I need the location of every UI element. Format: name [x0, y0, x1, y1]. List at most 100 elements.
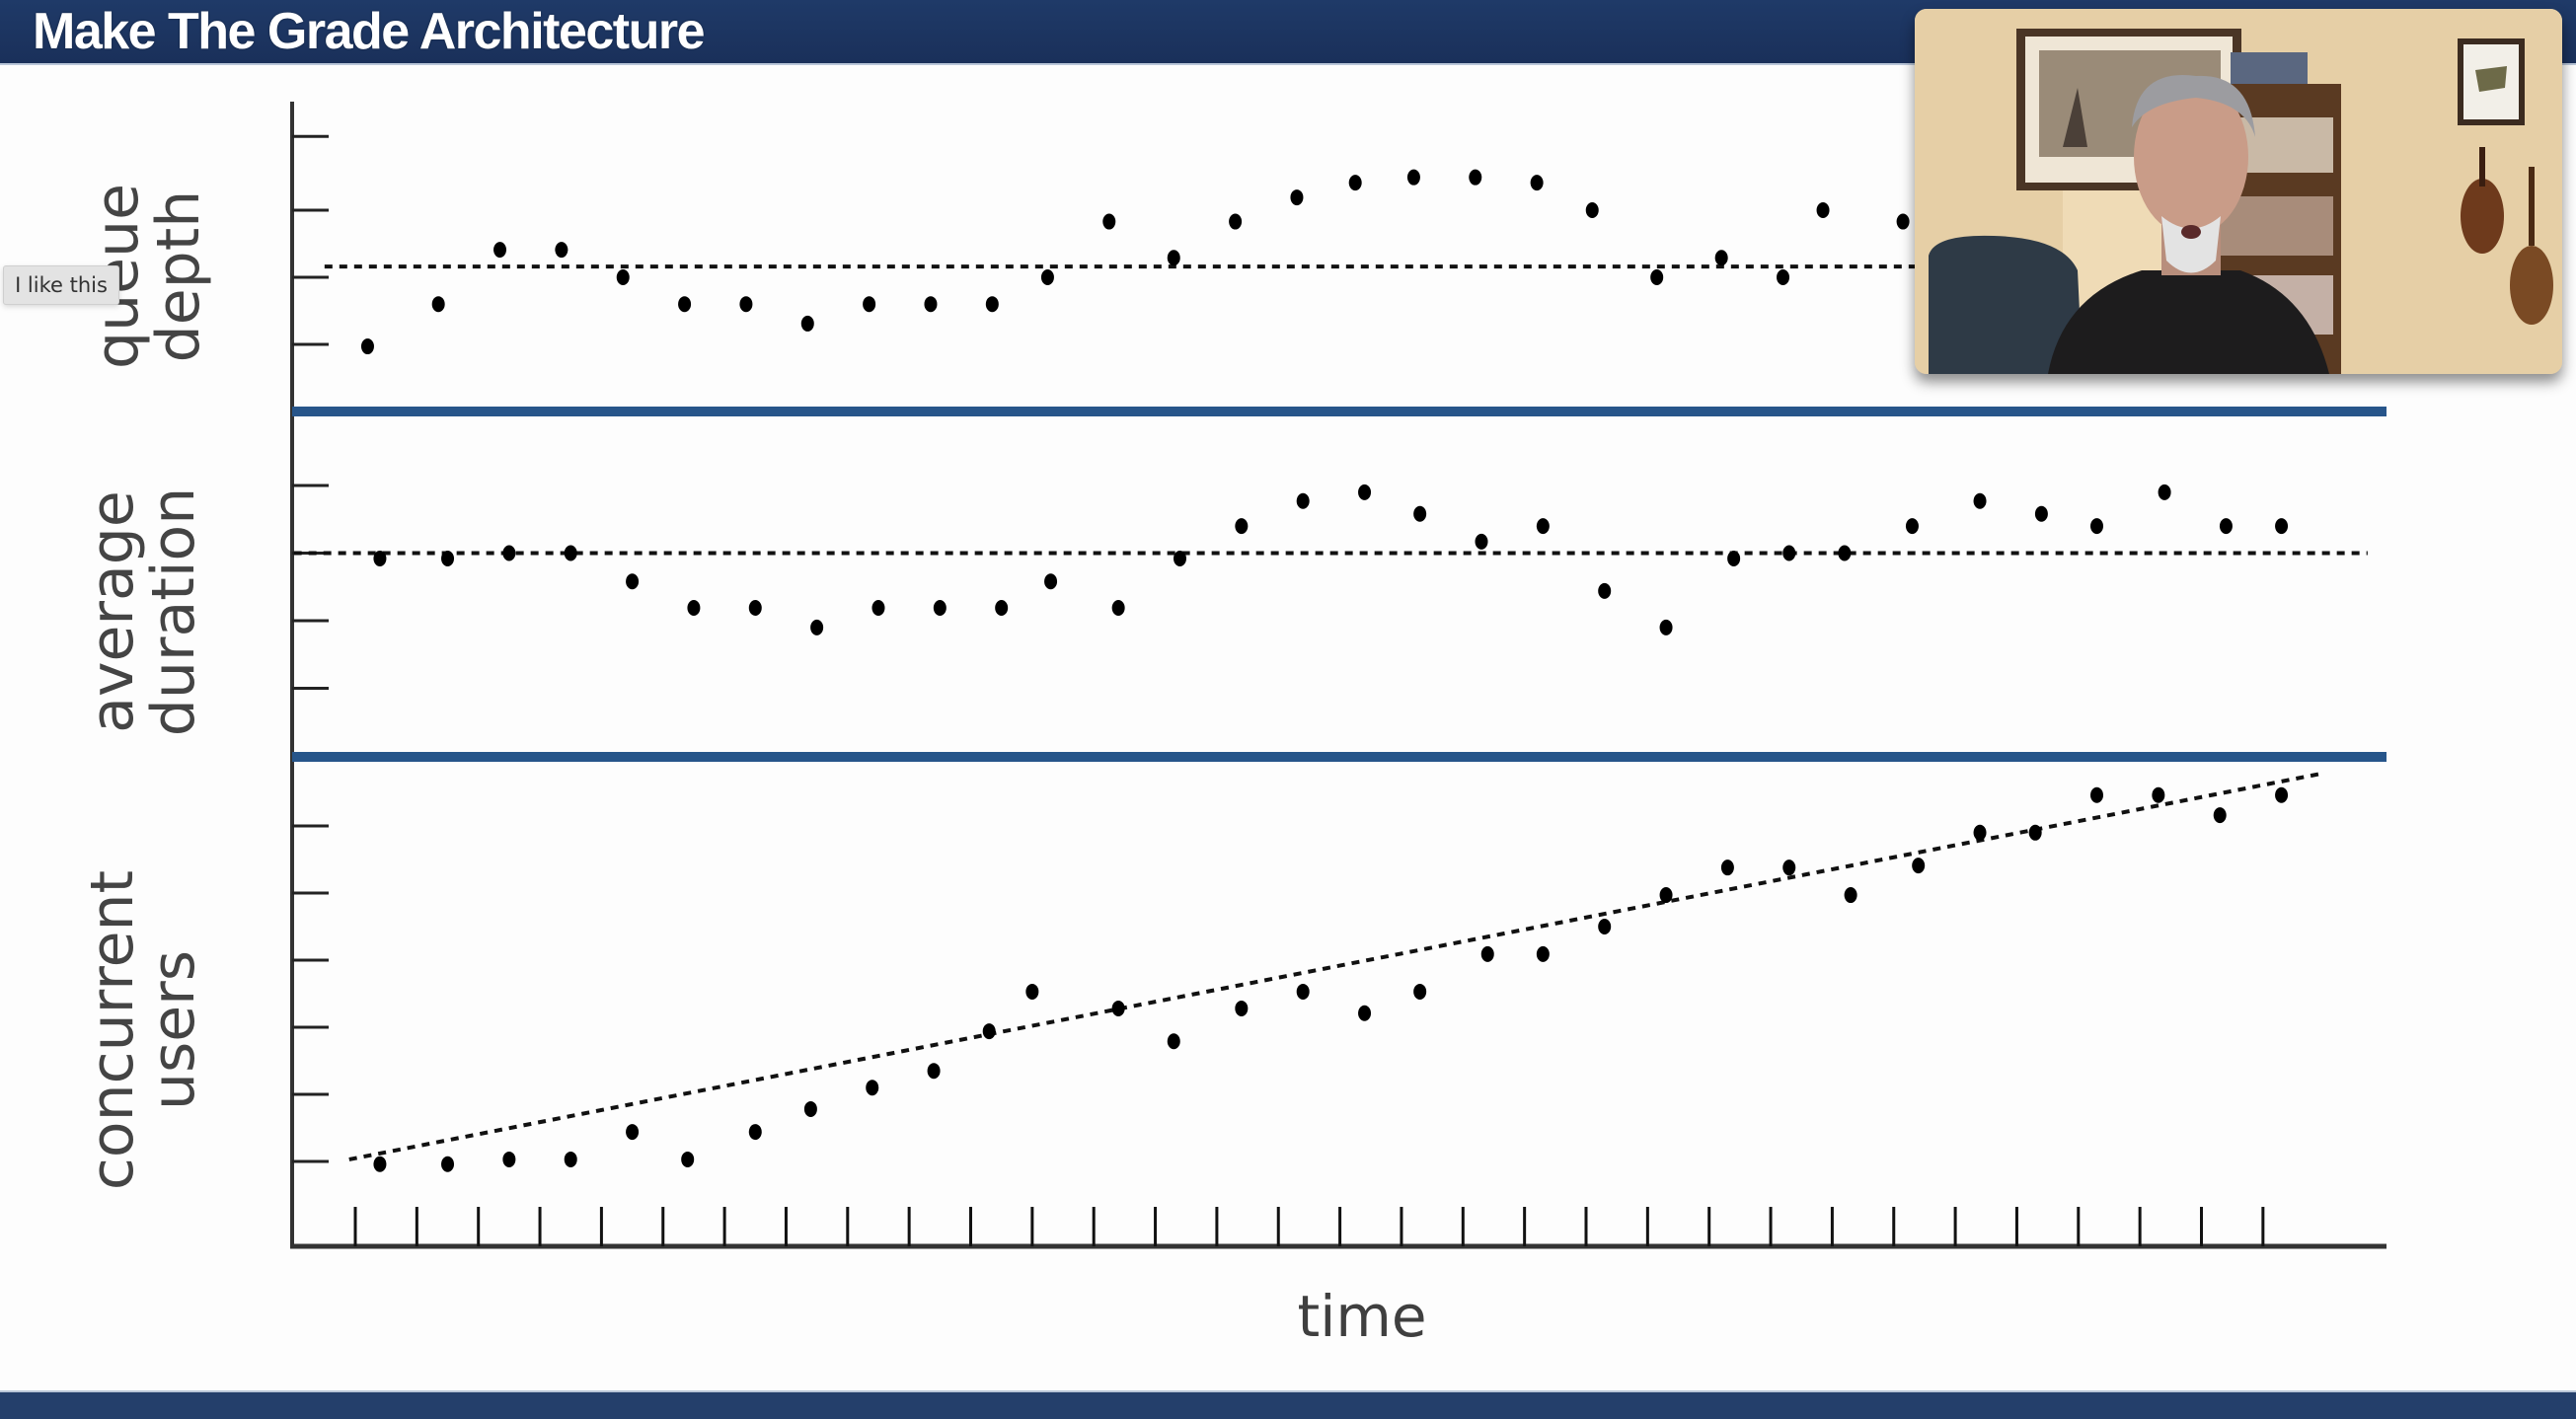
data-point — [1235, 1000, 1249, 1016]
data-point — [924, 296, 938, 313]
data-point — [748, 599, 762, 616]
data-point — [1530, 175, 1544, 191]
data-point — [1720, 859, 1734, 876]
data-point — [441, 550, 455, 566]
data-point — [2152, 786, 2165, 803]
presenter-webcam-video[interactable] — [1915, 9, 2562, 374]
data-point — [1844, 887, 1857, 904]
ylabel-line: duration — [139, 486, 208, 737]
data-point — [493, 242, 507, 259]
data-point — [616, 269, 630, 285]
data-point — [1235, 518, 1249, 535]
data-point — [1782, 859, 1796, 876]
data-point — [1102, 213, 1116, 230]
data-point — [1585, 202, 1599, 218]
ylabel-line: users — [139, 949, 208, 1111]
ylabel-average-duration: average duration — [78, 464, 208, 760]
data-point — [1536, 518, 1550, 535]
data-point — [1912, 858, 1926, 874]
data-point — [1598, 919, 1612, 934]
data-point — [2275, 786, 2289, 803]
data-point — [555, 242, 568, 259]
data-point — [1782, 545, 1796, 561]
data-point — [1536, 945, 1550, 962]
data-point — [1816, 202, 1830, 218]
data-point — [1905, 518, 1919, 535]
data-point — [1659, 887, 1673, 904]
data-point — [1296, 492, 1310, 509]
data-point — [1480, 945, 1494, 962]
data-point — [866, 1080, 879, 1096]
data-point — [1413, 505, 1427, 522]
xlabel-time: time — [1297, 1283, 1427, 1350]
data-point — [678, 296, 692, 313]
data-point — [1358, 1005, 1372, 1021]
data-point — [502, 1151, 516, 1167]
data-point — [1406, 169, 1420, 186]
data-point — [1413, 983, 1427, 1000]
data-point — [2219, 518, 2233, 535]
data-point — [1348, 175, 1362, 191]
data-point — [441, 1156, 455, 1172]
data-point — [803, 1100, 817, 1117]
data-point — [1714, 250, 1728, 266]
panel-divider — [292, 407, 2387, 416]
slide-footer-bar — [0, 1390, 2576, 1419]
ylabel-line: average — [78, 490, 147, 733]
data-point — [1044, 573, 1058, 590]
data-point — [1727, 550, 1741, 566]
like-button[interactable]: I like this — [3, 265, 119, 305]
data-point — [1598, 582, 1612, 599]
data-point — [681, 1151, 695, 1167]
data-point — [2275, 518, 2289, 535]
data-point — [1475, 533, 1488, 550]
data-point — [863, 296, 876, 313]
data-point — [1469, 169, 1482, 186]
ylabel-line: depth — [144, 189, 213, 363]
data-point — [739, 296, 753, 313]
data-point — [1167, 250, 1180, 266]
data-point — [1296, 983, 1310, 1000]
data-point — [985, 296, 999, 313]
data-point — [1229, 213, 1243, 230]
data-point — [626, 573, 640, 590]
ylabel-line: concurrent — [78, 869, 147, 1191]
data-point — [871, 599, 885, 616]
data-point — [1777, 269, 1790, 285]
panel-divider — [292, 752, 2387, 762]
data-point — [1025, 983, 1039, 1000]
data-point — [2213, 807, 2227, 824]
data-point — [995, 599, 1009, 616]
data-point — [687, 599, 701, 616]
data-point — [1173, 550, 1186, 566]
trend-line — [348, 771, 2322, 1161]
reference-lines — [293, 264, 2368, 1161]
data-point — [927, 1063, 941, 1080]
data-point — [933, 599, 947, 616]
data-point — [373, 1156, 387, 1172]
data-point — [810, 619, 824, 635]
data-point — [1659, 619, 1673, 635]
data-point — [1838, 545, 1852, 561]
data-point — [502, 545, 516, 561]
data-point — [564, 1151, 577, 1167]
data-point — [982, 1023, 996, 1040]
data-point — [1973, 824, 1987, 841]
data-point — [1650, 269, 1664, 285]
ylabel-concurrent-users: concurrent users — [78, 858, 208, 1203]
data-point — [1896, 213, 1910, 230]
data-point — [800, 315, 814, 332]
data-point — [1111, 599, 1125, 616]
data-point — [1167, 1033, 1180, 1050]
data-point — [1111, 1000, 1125, 1016]
data-point — [431, 296, 445, 313]
data-point — [1358, 484, 1372, 500]
data-point — [1973, 492, 1987, 509]
data-point — [748, 1124, 762, 1141]
data-point — [564, 545, 577, 561]
data-point — [626, 1124, 640, 1141]
data-point — [2090, 786, 2104, 803]
framed-map-icon — [2458, 38, 2525, 125]
data-point — [2158, 484, 2171, 500]
data-point — [1290, 189, 1304, 206]
